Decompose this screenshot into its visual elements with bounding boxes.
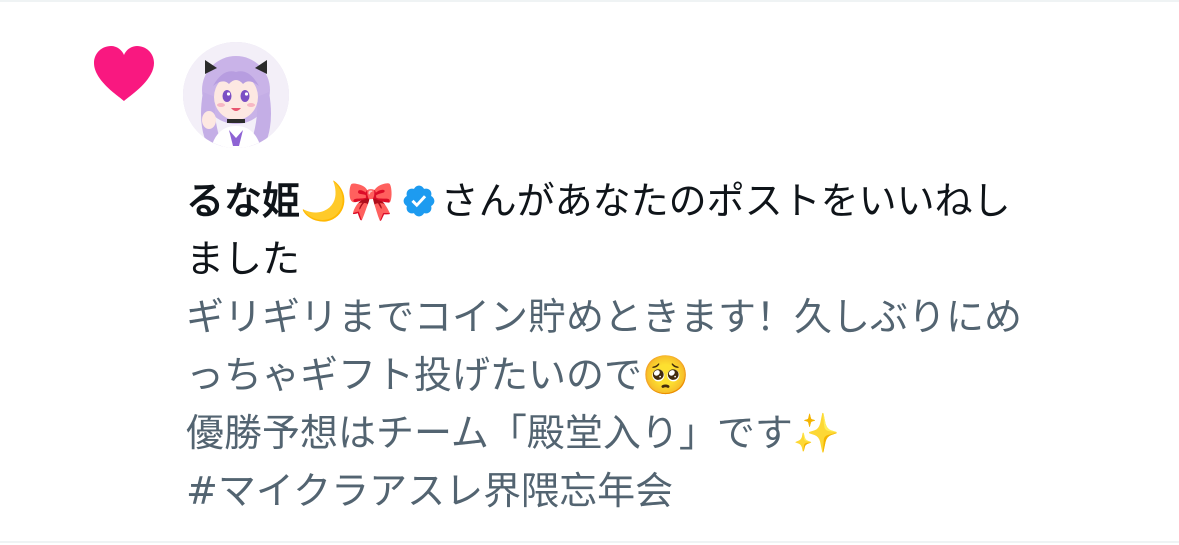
post-line-3: 優勝予想はチーム「殿堂入り」です✨ bbox=[186, 411, 841, 455]
post-line-2: っちゃギフト投げたいので🥺 bbox=[186, 353, 690, 397]
hashtag-link[interactable]: #マイクラアスレ界隈忘年会 bbox=[186, 462, 1136, 520]
user-avatar[interactable] bbox=[183, 42, 289, 148]
notification-text: るな姫🌙🎀 さんがあなたのポストをいいねしました bbox=[186, 172, 1136, 288]
verified-badge-icon bbox=[401, 183, 437, 219]
notification-action-cont: ました bbox=[186, 237, 301, 281]
top-divider bbox=[0, 0, 1179, 2]
notification-content[interactable]: るな姫🌙🎀 さんがあなたのポストをいいねしました ギリギリまでコイン貯めときます！… bbox=[186, 172, 1136, 520]
heart-icon bbox=[92, 44, 156, 104]
user-name[interactable]: るな姫🌙🎀 bbox=[186, 179, 395, 223]
bottom-divider bbox=[0, 541, 1179, 543]
liked-post-text[interactable]: ギリギリまでコイン貯めときます！久しぶりにめ っちゃギフト投げたいので🥺 優勝予想は… bbox=[186, 288, 1136, 520]
notification-action: さんがあなたのポストをいいねし bbox=[440, 179, 1011, 223]
post-line-1: ギリギリまでコイン貯めときます！久しぶりにめ bbox=[186, 295, 1023, 339]
